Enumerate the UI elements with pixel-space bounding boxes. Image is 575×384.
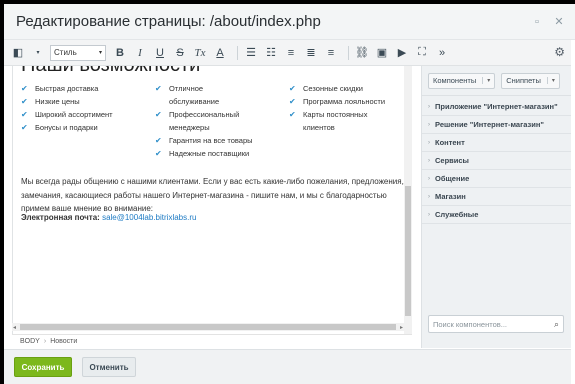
group-label: Общение bbox=[435, 174, 470, 183]
list-item: Надежные поставщики bbox=[155, 147, 280, 160]
search-icon[interactable]: ⌕ bbox=[554, 319, 559, 330]
chevron-right-icon: › bbox=[428, 211, 430, 218]
email-line: Электронная почта: sale@1004lab.bitrixla… bbox=[21, 213, 196, 222]
element-path-bar: BODY › Новости bbox=[12, 334, 412, 348]
group-label: Магазин bbox=[435, 192, 466, 201]
tab-components[interactable]: Компоненты ▾ bbox=[428, 72, 496, 89]
save-button[interactable]: Сохранить bbox=[14, 357, 72, 377]
component-group[interactable]: › Сервисы bbox=[422, 152, 571, 170]
fullscreen-icon[interactable]: ⛶ bbox=[414, 44, 430, 62]
link-icon[interactable]: ⛓ bbox=[354, 44, 370, 62]
component-group[interactable]: › Магазин bbox=[422, 188, 571, 206]
horizontal-scroll-thumb[interactable] bbox=[20, 324, 396, 330]
group-label: Сервисы bbox=[435, 156, 469, 165]
editor-content-area[interactable]: Наши возможности Быстрая доставка Низкие… bbox=[12, 66, 412, 334]
chevron-right-icon: › bbox=[428, 103, 430, 110]
scroll-right-icon[interactable]: ▸ bbox=[400, 324, 403, 331]
video-icon[interactable]: ▶ bbox=[394, 44, 410, 62]
remove-format-button[interactable]: Tx bbox=[192, 44, 208, 62]
list-item: Профессиональный менеджеры bbox=[155, 108, 265, 134]
component-search: ⌕ bbox=[428, 315, 564, 333]
editor-toolbar: ◧ ▾ Стиль ▾ B I U S Tx A ☰ ☷ ≡ ≣ ≡ ⛓ ▣ ▶… bbox=[4, 40, 571, 66]
editor-document: Наши возможности Быстрая доставка Низкие… bbox=[13, 66, 405, 326]
tab-snippets[interactable]: Сниппеты ▾ bbox=[501, 72, 560, 89]
scroll-left-icon[interactable]: ◂ bbox=[13, 324, 16, 331]
more-icon[interactable]: » bbox=[434, 44, 450, 62]
group-label: Контент bbox=[435, 138, 465, 147]
list-item: Бонусы и подарки bbox=[21, 121, 151, 134]
content-paragraph: Мы всегда рады общению с нашими клиентам… bbox=[21, 177, 404, 213]
strikethrough-button[interactable]: S bbox=[172, 44, 188, 62]
group-label: Приложение "Интернет-магазин" bbox=[435, 102, 558, 111]
list-item: Низкие цены bbox=[21, 95, 151, 108]
list-item: Широкий ассортимент bbox=[21, 108, 151, 121]
gear-icon[interactable]: ⚙ bbox=[554, 45, 565, 59]
list-item: Гарантия на все товары bbox=[155, 134, 280, 147]
components-panel: Компоненты ▾ Сниппеты ▾ › Приложение "Инт… bbox=[421, 66, 571, 348]
chevron-right-icon: › bbox=[428, 193, 430, 200]
underline-button[interactable]: U bbox=[152, 44, 168, 62]
email-label: Электронная почта bbox=[21, 213, 98, 222]
component-group[interactable]: › Контент bbox=[422, 134, 571, 152]
tab-snippets-label: Сниппеты bbox=[506, 76, 541, 85]
content-heading: Наши возможности bbox=[21, 66, 200, 77]
component-search-input[interactable] bbox=[433, 319, 554, 329]
vertical-scroll-thumb[interactable] bbox=[405, 186, 411, 316]
group-label: Решение "Интернет-магазин" bbox=[435, 120, 544, 129]
chevron-down-icon: ▾ bbox=[98, 50, 102, 56]
list-item: Сезонные скидки bbox=[289, 82, 404, 95]
chevron-down-icon[interactable]: ▾ bbox=[482, 77, 490, 84]
component-group[interactable]: › Решение "Интернет-магазин" bbox=[422, 116, 571, 134]
text-color-button[interactable]: A bbox=[212, 44, 228, 62]
italic-button[interactable]: I bbox=[132, 44, 148, 62]
chevron-right-icon: › bbox=[428, 139, 430, 146]
email-link[interactable]: sale@1004lab.bitrixlabs.ru bbox=[102, 213, 196, 222]
align-center-icon[interactable]: ≣ bbox=[303, 44, 319, 62]
component-groups: › Приложение "Интернет-магазин" › Решение … bbox=[422, 98, 571, 224]
component-group[interactable]: › Служебные bbox=[422, 206, 571, 224]
email-colon: : bbox=[97, 213, 100, 222]
panel-tabs: Компоненты ▾ Сниппеты ▾ bbox=[422, 66, 571, 96]
list-item: Карты постоянных клиентов bbox=[289, 108, 389, 134]
chevron-right-icon: › bbox=[428, 157, 430, 164]
cancel-button[interactable]: Отменить bbox=[82, 357, 136, 377]
features-list-col3: Сезонные скидки Программа лояльности Кар… bbox=[289, 82, 404, 134]
component-group[interactable]: › Приложение "Интернет-магазин" bbox=[422, 98, 571, 116]
dialog-title: Редактирование страницы: /about/index.ph… bbox=[16, 13, 321, 30]
style-select-value: Стиль bbox=[54, 48, 77, 57]
chevron-right-icon: › bbox=[428, 175, 430, 182]
toolbar-separator bbox=[348, 45, 349, 60]
features-list-col2: Отличное обслуживание Профессиональный м… bbox=[155, 82, 280, 160]
dialog-titlebar: Редактирование страницы: /about/index.ph… bbox=[4, 4, 575, 40]
component-group[interactable]: › Общение bbox=[422, 170, 571, 188]
close-icon[interactable]: ✕ bbox=[551, 14, 567, 30]
list-item: Программа лояльности bbox=[289, 95, 404, 108]
chevron-down-icon[interactable]: ▾ bbox=[546, 77, 555, 84]
image-icon[interactable]: ▣ bbox=[374, 44, 390, 62]
tab-components-label: Компоненты bbox=[433, 76, 477, 85]
horizontal-scrollbar[interactable]: ◂ ▸ bbox=[12, 323, 404, 331]
list-item: Отличное обслуживание bbox=[155, 82, 245, 108]
vertical-scrollbar[interactable] bbox=[404, 66, 412, 334]
features-list-col1: Быстрая доставка Низкие цены Широкий асс… bbox=[21, 82, 151, 134]
toolbar-separator bbox=[237, 45, 238, 60]
ordered-list-icon[interactable]: ☰ bbox=[243, 44, 259, 62]
path-item-news[interactable]: Новости bbox=[50, 338, 77, 345]
align-left-icon[interactable]: ≡ bbox=[283, 44, 299, 62]
list-item: Быстрая доставка bbox=[21, 82, 151, 95]
path-item-body[interactable]: BODY bbox=[20, 338, 40, 345]
bold-button[interactable]: B bbox=[112, 44, 128, 62]
unordered-list-icon[interactable]: ☷ bbox=[263, 44, 279, 62]
style-select[interactable]: Стиль ▾ bbox=[50, 44, 106, 61]
path-arrow-icon: › bbox=[43, 338, 47, 345]
view-mode-dropdown-icon[interactable]: ▾ bbox=[30, 44, 46, 62]
chevron-right-icon: › bbox=[428, 121, 430, 128]
align-justify-icon[interactable]: ≡ bbox=[323, 44, 339, 62]
group-label: Служебные bbox=[435, 210, 479, 219]
minimize-icon[interactable]: ▫ bbox=[529, 14, 545, 30]
view-mode-icon[interactable]: ◧ bbox=[10, 44, 26, 62]
dialog-footer: Сохранить Отменить bbox=[4, 349, 571, 384]
